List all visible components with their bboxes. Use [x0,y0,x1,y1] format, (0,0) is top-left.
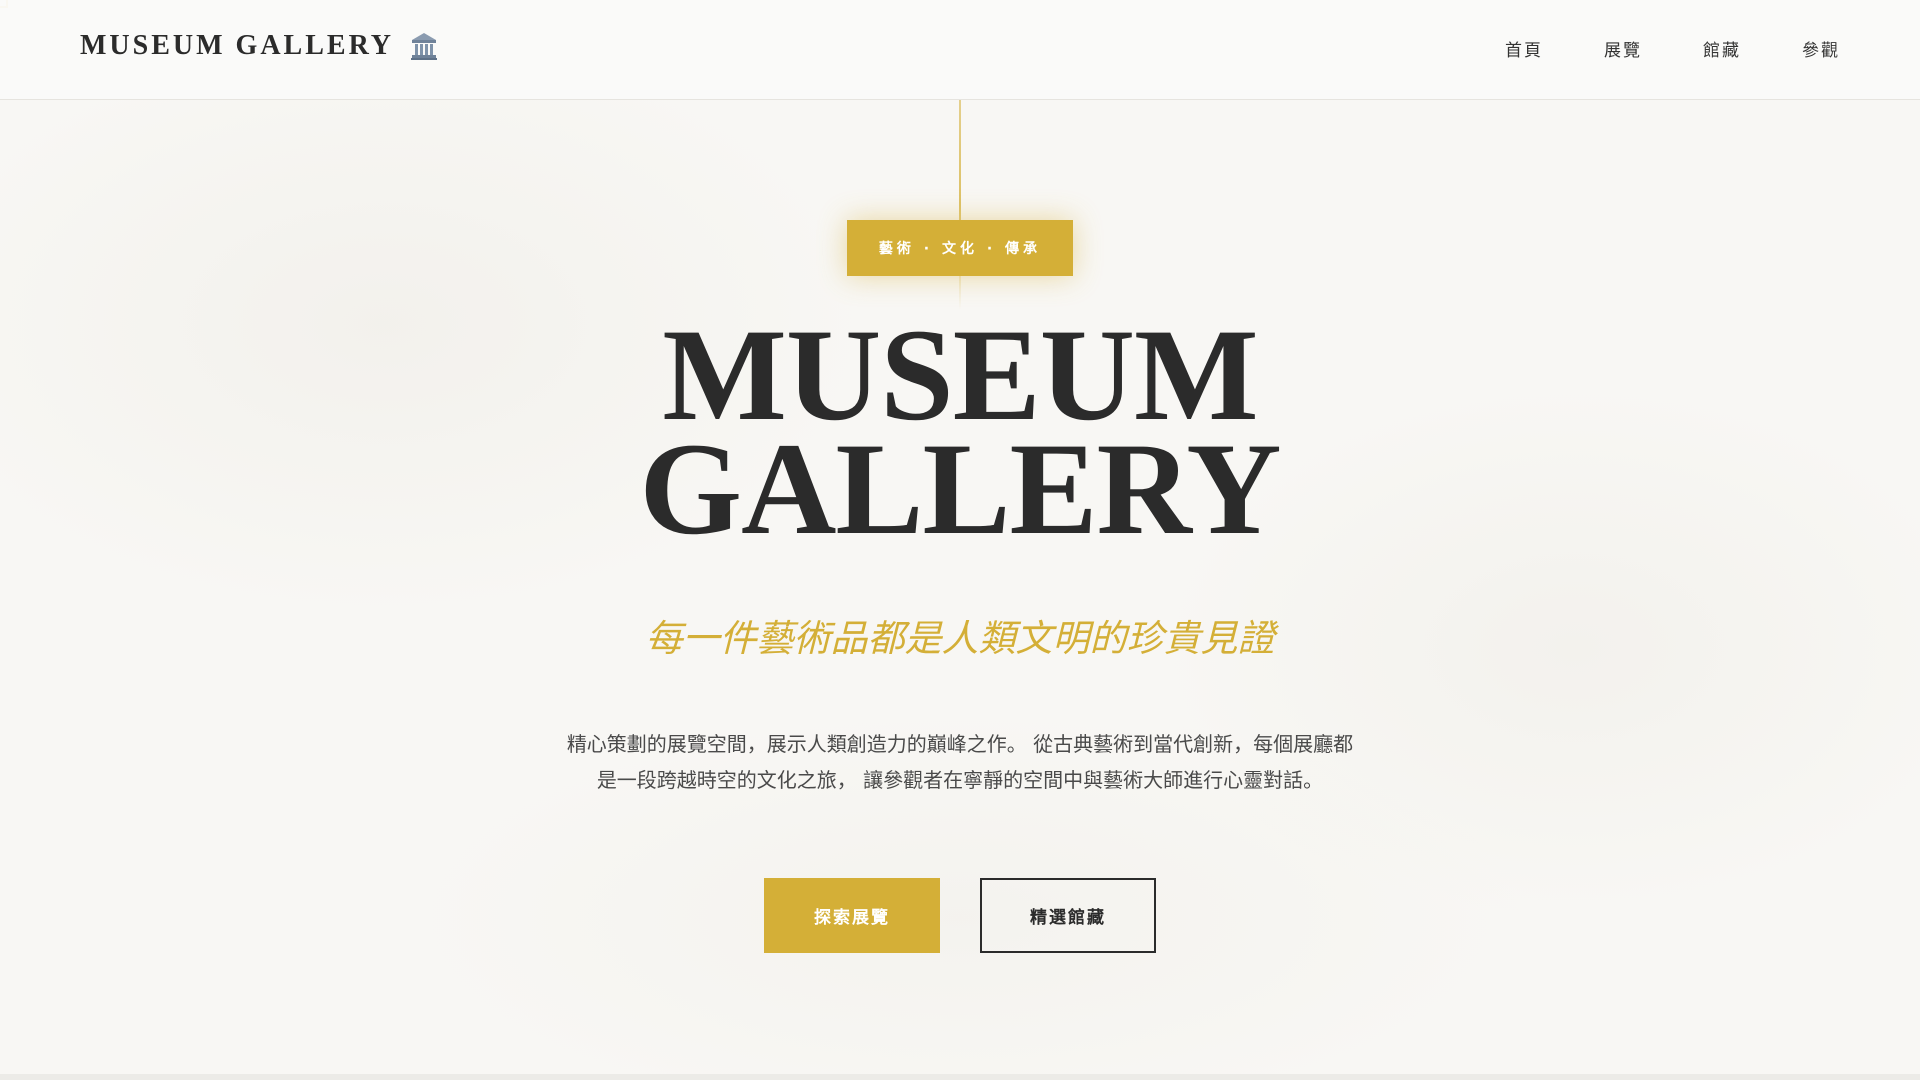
nav-visit[interactable]: 參觀 [1802,36,1840,61]
nav-collection[interactable]: 館藏 [1703,36,1741,61]
hero-subtitle: 每一件藝術品都是人類文明的珍貴見證 [645,617,1275,660]
site-header: MUSEUM GALLERY 首頁 展覽 館藏 參觀 [0,0,1920,100]
brand-name: MUSEUM GALLERY [80,30,395,61]
main-nav: 首頁 展覽 館藏 參觀 [1505,36,1840,61]
brand[interactable]: MUSEUM GALLERY [80,30,438,62]
nav-home[interactable]: 首頁 [1505,36,1543,61]
hero-description-line1: 精心策劃的展覽空間，展示人類創造力的巔峰之作。 從古典藝術到當代創新，每個展廳都 [566,732,1354,756]
page-bottom-edge [0,1074,1920,1080]
page: MUSEUM GALLERY 首頁 展覽 館藏 參觀 藝術 · 文化 · 傳承 … [0,0,1920,1080]
featured-collection-button[interactable]: 精選館藏 [980,878,1156,953]
decorative-vertical-line [959,100,961,310]
hero-title-line2: GALLERY [639,415,1281,562]
nav-exhibitions[interactable]: 展覽 [1604,36,1642,61]
hero-description-line2: 是一段跨越時空的文化之旅， 讓參觀者在寧靜的空間中與藝術大師進行心靈對話。 [596,768,1324,792]
classical-building-icon [410,31,438,61]
hero-title: MUSEUM GALLERY [460,309,1460,562]
explore-exhibitions-button[interactable]: 探索展覽 [764,878,940,953]
hero-tag: 藝術 · 文化 · 傳承 [847,220,1073,276]
hero-description: 精心策劃的展覽空間，展示人類創造力的巔峰之作。 從古典藝術到當代創新，每個展廳都… [550,726,1370,798]
